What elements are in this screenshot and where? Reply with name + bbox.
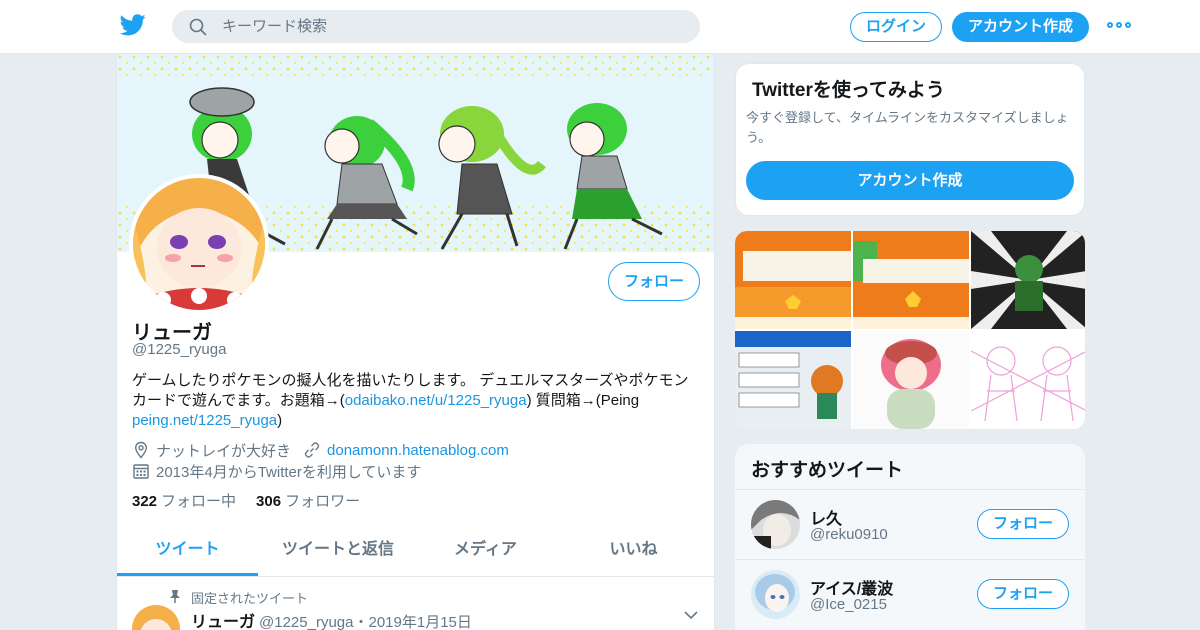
chevron-down-icon[interactable] [684,610,698,620]
pin-icon [170,590,180,603]
bio-link-peing[interactable]: peing.net/1225_ryuga [132,412,277,429]
search-input[interactable] [222,10,682,43]
tweet-separator: ・ [353,614,369,630]
profile-handle: @1225_ryuga [132,341,227,358]
twitter-bird-logo-icon[interactable] [120,13,146,37]
profile-meta-row: ナットレイが大好き donamonn.hatenablog.com [132,440,509,460]
more-options-icon[interactable] [1107,22,1131,30]
tab-media[interactable]: メディア [418,527,553,576]
tab-tweets[interactable]: ツイート [117,527,258,576]
profile-avatar[interactable] [129,174,269,314]
followers-label: フォロワー [285,493,361,510]
media-thumbnail[interactable] [971,331,1085,429]
following-count: 322 [132,493,158,510]
tab-likes[interactable]: いいね [553,527,714,576]
calendar-icon [133,464,149,479]
signup-button[interactable]: アカウント作成 [952,12,1089,42]
bio-link-odaibako[interactable]: odaibako.net/u/1225_ryuga [345,392,527,409]
profile-column: フォロー リューガ @1225_ryuga ゲームしたりポケモンの擬人化を描いた… [116,54,715,630]
signup-card-description: 今すぐ登録して、タイムラインをカスタマイズしましょう。 [746,110,1069,145]
signup-card-button[interactable]: アカウント作成 [746,161,1074,200]
game-screenshot-thumbnail [735,231,851,329]
recommended-user-avatar[interactable] [751,570,800,619]
following-count-link[interactable]: 322 フォロー中 [132,490,236,511]
location-pin-icon [134,441,148,459]
profile-bio: ゲームしたりポケモンの擬人化を描いたりします。 デュエルマスターズやポケモンカー… [132,371,702,431]
avatar-illustration [751,500,800,549]
dot [1116,22,1122,28]
tab-tweets-and-replies[interactable]: ツイートと返信 [258,527,418,576]
link-icon [304,442,320,458]
avatar-illustration [751,570,800,619]
media-thumbnail[interactable] [971,231,1085,329]
bio-text: ) 質問箱→(Peing [526,392,640,409]
signup-promo-card: Twitterを使ってみよう 今すぐ登録して、タイムラインをカスタマイズしましょ… [735,63,1085,216]
profile-joined-date: 2013年4月からTwitterを利用しています [156,463,422,481]
profile-location: ナットレイが大好き [156,442,292,460]
following-label: フォロー中 [161,493,237,510]
tweet-author-handle[interactable]: @1225_ryuga [259,614,353,630]
media-thumbnail[interactable] [853,331,969,429]
tweet-date[interactable]: 2019年1月15日 [369,614,472,630]
tweet-author-avatar[interactable] [132,605,180,630]
recommended-follow-button[interactable]: フォロー [977,509,1069,539]
followers-count: 306 [256,493,282,510]
search-icon [189,18,207,36]
sketch-thumbnail [971,331,1085,429]
media-thumbnail-grid [735,231,1085,429]
media-thumbnail[interactable] [735,231,851,329]
recommended-user-avatar[interactable] [751,500,800,549]
profile-follow-counts: 322 フォロー中 306 フォロワー [132,490,360,511]
recommended-tweets-card: おすすめツイート レ久 @reku0910 フォロー アイス/叢波 @Ice_0 [735,444,1085,630]
profile-meta-row: 2013年4月からTwitterを利用しています [132,461,421,481]
illustration-thumbnail [971,231,1085,329]
avatar-illustration [133,178,265,310]
bio-text: ) [277,412,283,429]
media-thumbnail[interactable] [853,231,969,329]
profile-website-link[interactable]: donamonn.hatenablog.com [327,442,509,459]
recommended-user-handle: @Ice_0215 [810,596,887,613]
recommended-follow-button[interactable]: フォロー [977,579,1069,609]
tweet-header: リューガ @1225_ryuga・2019年1月15日 [191,608,472,630]
dot [1125,22,1131,28]
recommended-user-handle: @reku0910 [810,526,888,543]
media-thumbnail[interactable] [735,331,851,429]
game-menu-thumbnail [735,331,851,429]
illustration-thumbnail [853,331,969,429]
dot [1107,22,1113,28]
profile-tabs: ツイート ツイートと返信 メディア いいね [117,527,714,577]
tweet-author-name[interactable]: リューガ [191,614,255,630]
follow-button[interactable]: フォロー [608,262,700,301]
search-bar[interactable] [172,10,700,43]
tweet-avatar-illustration [132,605,180,630]
signup-card-title: Twitterを使ってみよう [752,80,945,101]
recommended-title: おすすめツイート [751,460,904,481]
recommended-user-row[interactable]: アイス/叢波 @Ice_0215 フォロー [735,559,1085,629]
login-button[interactable]: ログイン [850,12,942,42]
recommended-user-row[interactable]: レ久 @reku0910 フォロー [735,489,1085,559]
pinned-tweet-label: 固定されたツイート [191,591,309,606]
game-screenshot-thumbnail [853,231,969,329]
top-navigation-bar: ログイン アカウント作成 [0,0,1200,54]
followers-count-link[interactable]: 306 フォロワー [256,490,360,511]
